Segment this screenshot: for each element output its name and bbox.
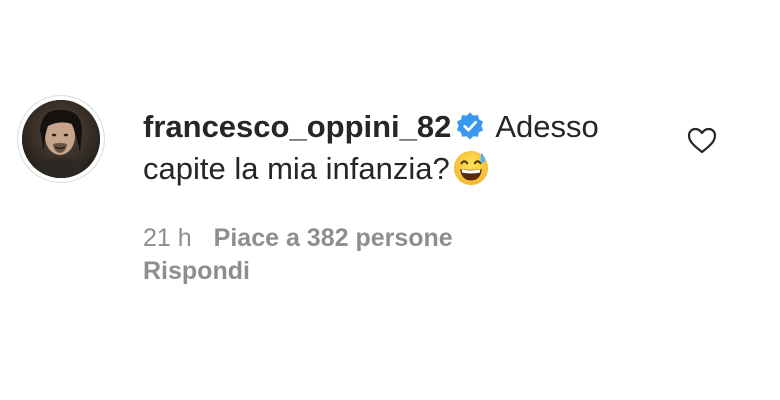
likes-count-link[interactable]: Piace a 382 persone xyxy=(214,224,453,252)
timestamp: 21 h xyxy=(143,224,192,252)
comment-meta: 21 h Piace a 382 persone xyxy=(143,222,453,254)
like-heart-icon[interactable] xyxy=(686,125,718,155)
comment-item: francesco_oppini_82 Adesso capite la mia… xyxy=(0,0,780,400)
grinning-face-with-sweat-icon xyxy=(453,150,488,186)
avatar[interactable] xyxy=(17,95,105,183)
comment-body: francesco_oppini_82 Adesso capite la mia… xyxy=(143,106,653,190)
username-link[interactable]: francesco_oppini_82 xyxy=(143,109,451,144)
comment-text-line: francesco_oppini_82 Adesso capite la mia… xyxy=(143,106,653,190)
avatar-image xyxy=(22,100,100,178)
verified-badge-icon xyxy=(457,112,484,140)
reply-button[interactable]: Rispondi xyxy=(143,255,250,287)
